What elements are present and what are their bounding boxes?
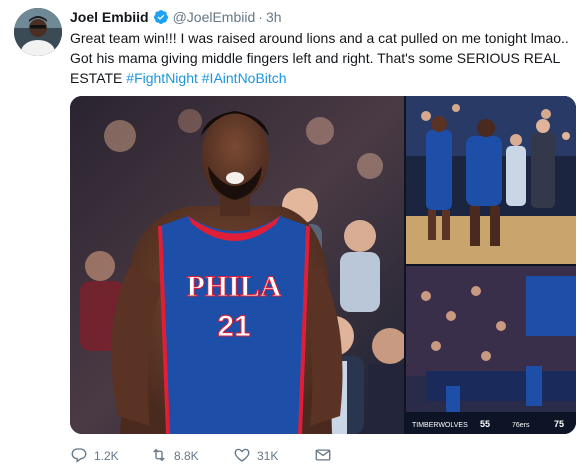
jersey-number: 21 bbox=[217, 310, 250, 343]
reply-button[interactable]: 1.2K bbox=[70, 446, 119, 467]
scoreboard-score-left: 55 bbox=[480, 419, 490, 429]
tweet-text: Great team win!!! I was raised around li… bbox=[70, 28, 576, 88]
reply-icon bbox=[70, 446, 88, 467]
like-count: 31K bbox=[257, 449, 279, 463]
scoreboard-team-right: 76ers bbox=[512, 422, 530, 429]
verified-badge-icon bbox=[153, 9, 169, 25]
jersey-text: PHILA bbox=[186, 270, 281, 303]
reply-count: 1.2K bbox=[94, 449, 119, 463]
retweet-count: 8.8K bbox=[174, 449, 199, 463]
hashtag-link[interactable]: #FightNight bbox=[126, 70, 198, 86]
top-right-photo[interactable] bbox=[406, 96, 576, 264]
tweet-header: Joel Embiid @JoelEmbiid · 3h bbox=[70, 7, 282, 27]
author-name[interactable]: Joel Embiid bbox=[70, 9, 149, 25]
main-photo[interactable]: PHILA 21 bbox=[70, 96, 404, 434]
envelope-icon bbox=[314, 446, 332, 467]
heart-icon bbox=[233, 446, 251, 467]
bottom-right-photo[interactable]: TIMBERWOLVES 55 76ers 75 bbox=[406, 266, 576, 434]
scoreboard-team-left: TIMBERWOLVES bbox=[412, 422, 468, 429]
media-grid: PHILA 21 TIMBERWOLVES 55 76ers 75 bbox=[70, 96, 576, 434]
tweet-timestamp[interactable]: 3h bbox=[266, 9, 282, 25]
scoreboard-score-right: 75 bbox=[554, 419, 564, 429]
separator-dot: · bbox=[258, 9, 263, 25]
avatar[interactable] bbox=[14, 8, 62, 56]
tweet[interactable]: Joel Embiid @JoelEmbiid · 3h Great team … bbox=[0, 0, 586, 475]
like-button[interactable]: 31K bbox=[233, 446, 278, 467]
hashtag-link[interactable]: #IAintNoBitch bbox=[202, 70, 287, 86]
retweet-button[interactable]: 8.8K bbox=[150, 446, 199, 467]
retweet-icon bbox=[150, 446, 168, 467]
direct-message-button[interactable] bbox=[314, 446, 332, 467]
author-handle[interactable]: @JoelEmbiid bbox=[173, 9, 256, 25]
